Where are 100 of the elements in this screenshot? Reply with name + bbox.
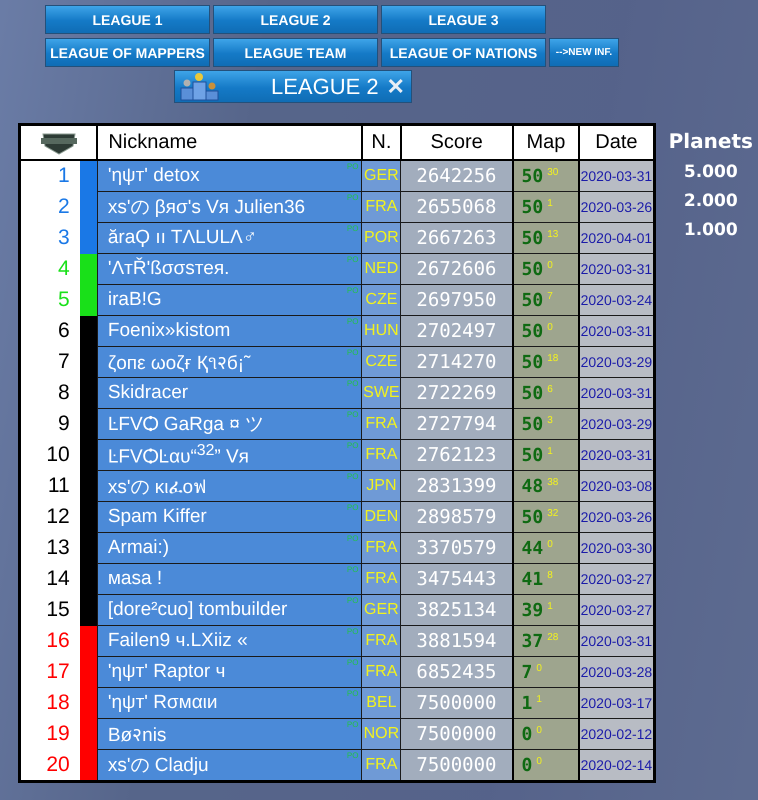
nation-cell: JPN xyxy=(362,470,401,502)
nation-cell: FRA xyxy=(362,408,401,440)
nickname-cell: ζопε ωoζғ Қ૧२б¡˜ PO xyxy=(97,346,362,378)
score-cell: 2672606 xyxy=(400,254,513,284)
rank-number: 1 xyxy=(20,160,80,192)
map-cell: 50 $^{3}$ xyxy=(512,408,580,440)
planets-value: 2.000 xyxy=(684,191,738,211)
map-cell: 50 $^{7}$ xyxy=(512,284,580,316)
po-tag: PO xyxy=(346,193,358,202)
column-header: Map xyxy=(512,124,580,160)
map-cell: 50 $^{32}$ xyxy=(512,502,580,532)
nickname-cell: iraB!G PO xyxy=(97,284,362,316)
date-cell: 2020-02-12 xyxy=(579,718,654,750)
date-cell: 2020-03-27 xyxy=(579,564,654,594)
column-header: Score xyxy=(400,124,513,160)
map-cell: 50 $^{0}$ xyxy=(512,316,580,346)
rank-number: 20 xyxy=(20,750,80,782)
po-tag: PO xyxy=(346,720,358,729)
nation-cell: FRA xyxy=(362,656,401,688)
date-cell: 2020-03-31 xyxy=(579,160,654,192)
date-cell: 2020-03-26 xyxy=(579,192,654,222)
score-cell: 7500000 xyxy=(400,750,513,782)
map-cell: 50 $^{1}$ xyxy=(512,440,580,470)
nickname-cell: 'ΛтŘ'ßσσsтея. PO xyxy=(97,254,362,284)
nation-cell: FRA xyxy=(362,564,401,594)
nickname-cell: мasa ! PO xyxy=(97,564,362,594)
po-tag: PO xyxy=(346,472,358,481)
current-league-button[interactable]: LEAGUE 2 ✕ xyxy=(174,70,412,103)
map-cell: 48 $^{38}$ xyxy=(512,470,580,502)
map-cell: 50 $^{30}$ xyxy=(512,160,580,192)
date-cell: 2020-03-29 xyxy=(579,346,654,378)
rank-number: 18 xyxy=(20,688,80,718)
planets-value: 5.000 xyxy=(684,162,738,182)
map-cell: 50 $^{18}$ xyxy=(512,346,580,378)
po-tag: PO xyxy=(346,534,358,543)
nickname-cell: xs'の κιፈoฟ PO xyxy=(97,470,362,502)
date-cell: 2020-03-30 xyxy=(579,532,654,564)
nickname-cell: Bø२nis PO xyxy=(97,718,362,750)
league-button[interactable]: LEAGUE 1 xyxy=(45,5,210,34)
rank-number: 17 xyxy=(20,656,80,688)
nickname-cell: Armai:) PO xyxy=(97,532,362,564)
league-button[interactable]: -->NEW INF. xyxy=(549,38,619,67)
date-cell: 2020-03-29 xyxy=(579,408,654,440)
po-tag: PO xyxy=(346,441,358,450)
nation-cell: HUN xyxy=(362,316,401,346)
nickname-cell: 'ηψт' Rσмαιи PO xyxy=(97,688,362,718)
score-cell: 2702497 xyxy=(400,316,513,346)
score-cell: 2655068 xyxy=(400,192,513,222)
po-tag: PO xyxy=(346,410,358,419)
nickname-cell: [dore²cuo] tombuilder PO xyxy=(97,594,362,626)
po-tag: PO xyxy=(346,689,358,698)
date-cell: 2020-03-31 xyxy=(579,378,654,408)
date-cell: 2020-03-08 xyxy=(579,470,654,502)
date-cell: 2020-03-31 xyxy=(579,440,654,470)
nickname-cell: Foenix»kistom PO xyxy=(97,316,362,346)
nation-cell: FRA xyxy=(362,626,401,656)
rank-number: 6 xyxy=(20,316,80,346)
nation-cell: CZE xyxy=(362,284,401,316)
map-cell: 39 $^{1}$ xyxy=(512,594,580,626)
date-cell: 2020-03-24 xyxy=(579,284,654,316)
map-cell: 50 $^{6}$ xyxy=(512,378,580,408)
nation-cell: POR xyxy=(362,222,401,254)
rank-number: 10 xyxy=(20,440,80,470)
po-tag: PO xyxy=(346,503,358,512)
nation-cell: FRA xyxy=(362,440,401,470)
league-button[interactable]: LEAGUE 3 xyxy=(381,5,546,34)
league-button[interactable]: LEAGUE 2 xyxy=(213,5,378,34)
rank-number: 8 xyxy=(20,378,80,408)
rank-number: 11 xyxy=(20,470,80,502)
po-tag: PO xyxy=(346,286,358,295)
score-cell: 7500000 xyxy=(400,688,513,718)
league-button[interactable]: LEAGUE OF NATIONS xyxy=(381,38,546,67)
nation-cell: FRA xyxy=(362,192,401,222)
column-header: Nickname xyxy=(97,124,362,160)
score-cell: 2714270 xyxy=(400,346,513,378)
nickname-cell: ĿFVѺĿαυ“$^{32}$” Vя PO xyxy=(97,440,362,470)
map-cell: 44 $^{0}$ xyxy=(512,532,580,564)
nation-cell: FRA xyxy=(362,750,401,782)
score-cell: 2898579 xyxy=(400,502,513,532)
rank-number: 13 xyxy=(20,532,80,564)
planets-title: Planets xyxy=(668,129,753,153)
column-header: Date xyxy=(579,124,654,160)
league-button[interactable]: LEAGUE OF MAPPERS xyxy=(45,38,210,67)
score-cell: 2727794 xyxy=(400,408,513,440)
score-cell: 6852435 xyxy=(400,656,513,688)
nickname-cell: Spam Kiffer PO xyxy=(97,502,362,532)
map-cell: 50 $^{0}$ xyxy=(512,254,580,284)
po-tag: PO xyxy=(346,162,358,171)
league-button[interactable]: LEAGUE TEAM xyxy=(213,38,378,67)
rank-number: 15 xyxy=(20,594,80,626)
rank-number: 3 xyxy=(20,222,80,254)
map-cell: 37 $^{28}$ xyxy=(512,626,580,656)
map-cell: 50 $^{1}$ xyxy=(512,192,580,222)
map-cell: 41 $^{8}$ xyxy=(512,564,580,594)
rank-number: 5 xyxy=(20,284,80,316)
po-tag: PO xyxy=(346,348,358,357)
po-tag: PO xyxy=(346,317,358,326)
map-cell: 1 $^{1}$ xyxy=(512,688,580,718)
score-cell: 3475443 xyxy=(400,564,513,594)
rank-number: 19 xyxy=(20,718,80,750)
